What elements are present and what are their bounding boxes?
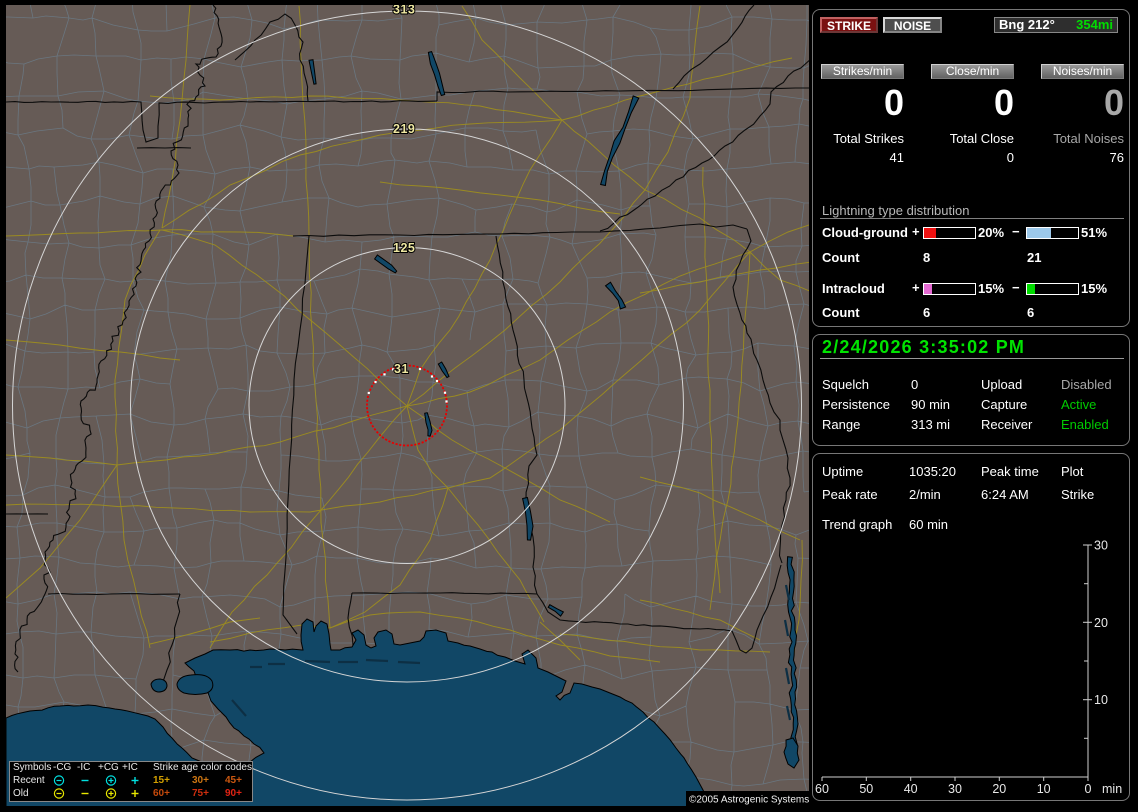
svg-text:©2005 Astrogenic Systems: ©2005 Astrogenic Systems: [689, 795, 809, 806]
svg-text:10: 10: [1094, 693, 1108, 707]
svg-text:0: 0: [1085, 782, 1092, 796]
svg-text:219: 219: [393, 122, 415, 136]
svg-text:20: 20: [992, 782, 1006, 796]
svg-text:125: 125: [393, 241, 415, 255]
svg-text:30: 30: [948, 782, 962, 796]
svg-text:50: 50: [859, 782, 873, 796]
svg-text:31: 31: [394, 362, 409, 376]
svg-text:20: 20: [1094, 616, 1108, 630]
svg-text:10: 10: [1037, 782, 1051, 796]
svg-text:60: 60: [815, 782, 829, 796]
svg-text:40: 40: [904, 782, 918, 796]
svg-text:30: 30: [1094, 539, 1108, 553]
svg-text:min: min: [1102, 782, 1122, 796]
